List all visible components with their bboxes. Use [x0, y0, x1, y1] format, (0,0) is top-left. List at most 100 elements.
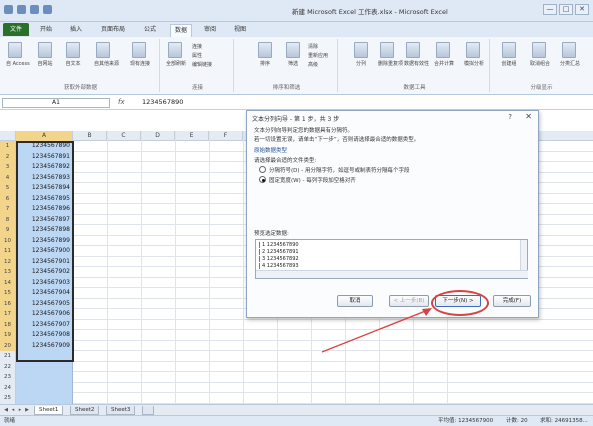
row-header[interactable]: 9	[0, 225, 16, 236]
sheet-tab-2[interactable]: Sheet2	[70, 406, 100, 415]
formula-input[interactable]: 1234567890	[142, 98, 183, 106]
close-icon[interactable]: ✕	[525, 112, 532, 121]
sheet-tab-1[interactable]: Sheet1	[34, 406, 64, 415]
column-header-a[interactable]: A	[16, 131, 73, 141]
tab-formulas[interactable]: 公式	[140, 24, 160, 37]
row-header[interactable]: 16	[0, 298, 16, 309]
connections-small-buttons[interactable]: 连接 属性 编辑链接	[192, 43, 212, 70]
cell-a[interactable]: 1234567907	[16, 319, 73, 330]
ungroup-button[interactable]: 取消组合	[530, 42, 550, 67]
first-sheet-icon[interactable]: ◀	[3, 407, 9, 414]
row-header[interactable]: 6	[0, 193, 16, 204]
filter-small-buttons[interactable]: 清除 重新应用 高级	[308, 43, 328, 70]
cell-a[interactable]: 1234567892	[16, 162, 73, 173]
row-header[interactable]: 1	[0, 141, 16, 152]
row-header[interactable]: 8	[0, 214, 16, 225]
tab-view[interactable]: 视图	[230, 24, 250, 37]
row-header[interactable]: 18	[0, 319, 16, 330]
row-header[interactable]: 23	[0, 372, 16, 383]
cell-a[interactable]	[16, 382, 73, 393]
finish-button[interactable]: 完成(F)	[493, 295, 531, 307]
row-header[interactable]: 14	[0, 277, 16, 288]
cell-a[interactable]	[16, 351, 73, 362]
filter-button[interactable]: 筛选	[284, 42, 302, 67]
column-header-d[interactable]: D	[141, 131, 175, 141]
cell-a[interactable]: 1234567903	[16, 277, 73, 288]
maximize-button[interactable]: □	[559, 4, 573, 15]
row-header[interactable]: 4	[0, 172, 16, 183]
row-header[interactable]: 5	[0, 183, 16, 194]
column-header-b[interactable]: B	[73, 131, 107, 141]
tab-home[interactable]: 开始	[36, 24, 56, 37]
cell-a[interactable]: 1234567897	[16, 214, 73, 225]
tab-insert[interactable]: 插入	[66, 24, 86, 37]
column-header-f[interactable]: F	[209, 131, 243, 141]
preview-vertical-scrollbar[interactable]	[520, 240, 527, 270]
save-icon[interactable]	[17, 5, 26, 14]
what-if-analysis-button[interactable]: 模拟分析	[464, 42, 484, 67]
tab-page-layout[interactable]: 页面布局	[97, 24, 129, 37]
undo-icon[interactable]	[30, 5, 39, 14]
quick-access-toolbar[interactable]	[4, 5, 52, 14]
select-all-corner[interactable]	[0, 131, 16, 141]
row-header[interactable]: 20	[0, 340, 16, 351]
cell-a[interactable]: 1234567898	[16, 225, 73, 236]
cell-a[interactable]: 1234567893	[16, 172, 73, 183]
from-text-button[interactable]: 自文本	[64, 42, 82, 67]
row-header[interactable]: 11	[0, 246, 16, 257]
fixed-width-radio[interactable]	[259, 176, 266, 183]
row-header[interactable]: 10	[0, 235, 16, 246]
tab-data[interactable]: 数据	[170, 24, 193, 37]
cell-a[interactable]: 1234567905	[16, 298, 73, 309]
from-web-button[interactable]: 自网站	[36, 42, 54, 67]
cell-a[interactable]	[16, 361, 73, 372]
redo-icon[interactable]	[43, 5, 52, 14]
refresh-all-button[interactable]: 全部刷新	[166, 42, 186, 67]
text-to-columns-button[interactable]: 分列	[352, 42, 370, 67]
column-header-e[interactable]: E	[175, 131, 209, 141]
preview-horizontal-scrollbar[interactable]	[256, 270, 528, 278]
group-button[interactable]: 创建组	[500, 42, 518, 67]
column-header-c[interactable]: C	[107, 131, 141, 141]
cell-a[interactable]: 1234567890	[16, 141, 73, 152]
close-button[interactable]: ✕	[575, 4, 589, 15]
row-header[interactable]: 25	[0, 393, 16, 404]
cell-a[interactable]: 1234567902	[16, 267, 73, 278]
cell-a[interactable]: 1234567904	[16, 288, 73, 299]
from-other-sources-button[interactable]: 自其他来源	[94, 42, 119, 67]
data-validation-button[interactable]: 数据有效性	[404, 42, 429, 67]
row-header[interactable]: 22	[0, 361, 16, 372]
sheet-tab-3[interactable]: Sheet3	[106, 406, 136, 415]
cell-a[interactable]	[16, 372, 73, 383]
cell-a[interactable]: 1234567900	[16, 246, 73, 257]
next-sheet-icon[interactable]: ▸	[17, 407, 23, 414]
row-header[interactable]: 12	[0, 256, 16, 267]
insert-function-icon[interactable]: fx	[118, 98, 125, 106]
tab-review[interactable]: 审阅	[200, 24, 220, 37]
prev-sheet-icon[interactable]: ◂	[10, 407, 16, 414]
minimize-button[interactable]: —	[543, 4, 557, 15]
cell-a[interactable]: 1234567891	[16, 151, 73, 162]
from-access-button[interactable]: 自 Access	[6, 42, 30, 67]
cell-a[interactable]: 1234567909	[16, 340, 73, 351]
delimited-radio[interactable]	[259, 166, 266, 173]
cell-a[interactable]: 1234567894	[16, 183, 73, 194]
sort-button[interactable]: 排序	[256, 42, 274, 67]
name-box[interactable]: A1	[2, 98, 110, 108]
tab-file[interactable]: 文件	[3, 23, 29, 36]
cell-a[interactable]: 1234567901	[16, 256, 73, 267]
remove-duplicates-button[interactable]: 删除重复项	[378, 42, 403, 67]
row-header[interactable]: 19	[0, 330, 16, 341]
subtotal-button[interactable]: 分类汇总	[560, 42, 580, 67]
cell-a[interactable]: 1234567899	[16, 235, 73, 246]
existing-connections-button[interactable]: 现有连接	[130, 42, 150, 67]
help-icon[interactable]: ?	[508, 113, 512, 121]
cell-a[interactable]: 1234567908	[16, 330, 73, 341]
consolidate-button[interactable]: 合并计算	[434, 42, 454, 67]
row-header[interactable]: 3	[0, 162, 16, 173]
row-header[interactable]: 17	[0, 309, 16, 320]
row-header[interactable]: 15	[0, 288, 16, 299]
insert-sheet-icon[interactable]	[142, 406, 154, 415]
last-sheet-icon[interactable]: ▶	[24, 407, 30, 414]
row-header[interactable]: 24	[0, 382, 16, 393]
